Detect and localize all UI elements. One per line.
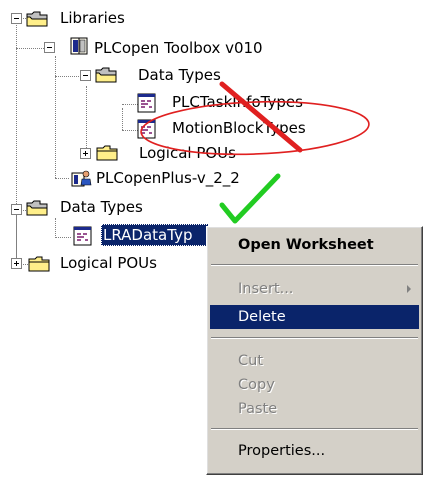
context-menu: Open Worksheet Insert... Delete Cut Copy… [206,226,423,475]
tree-line [55,76,81,77]
folder-icon [28,256,50,272]
menu-item-paste[interactable]: Paste [210,397,419,421]
tree-line [16,48,46,49]
menu-separator [211,428,418,430]
collapse-toggle-toolbox-datatypes[interactable] [80,70,91,81]
menu-item-insert[interactable]: Insert... [210,277,419,301]
collapse-toggle-libraries[interactable] [11,13,22,24]
tree-line [55,56,56,178]
tree-item-logicalpous[interactable]: Logical POUs [58,253,159,273]
tree-item-toolbox-datatypes[interactable]: Data Types [136,65,223,85]
library-book-icon [70,37,88,55]
folder-icon [96,145,118,161]
datatype-worksheet-icon [137,119,156,139]
expand-toggle-toolbox-logicalpous[interactable] [80,148,91,159]
menu-item-cut[interactable]: Cut [210,349,419,373]
folder-icon [95,67,117,83]
menu-separator [211,264,418,266]
tree-item-datatypes[interactable]: Data Types [58,197,145,217]
tree-line [55,237,71,238]
menu-separator [211,337,418,339]
expand-toggle-logicalpous[interactable] [11,258,22,269]
tree-item-lradatatype[interactable]: LRADataTyp [101,224,209,246]
tree-line [55,178,69,179]
submenu-arrow-icon [407,285,411,293]
menu-item-open-worksheet[interactable]: Open Worksheet [210,233,419,257]
datatype-worksheet-icon [137,93,156,113]
library-user-icon [71,170,92,187]
folder-icon [26,11,48,27]
menu-item-copy[interactable]: Copy [210,373,419,397]
tree-line [86,86,87,154]
tree-line [122,108,123,130]
tree-item-libraries[interactable]: Libraries [58,8,127,28]
collapse-toggle-toolbox[interactable] [44,42,55,53]
menu-item-insert-label: Insert... [238,281,294,297]
tree-item-motionblocktypes[interactable]: MotionBlockTypes [170,118,308,138]
tree-line [16,210,17,265]
datatype-worksheet-icon [73,226,92,246]
menu-item-delete[interactable]: Delete [210,305,419,329]
menu-item-properties[interactable]: Properties... [210,439,419,463]
tree-line [55,218,56,236]
folder-icon [26,200,48,216]
collapse-toggle-datatypes[interactable] [11,204,22,215]
tree-item-toolbox-logicalpous[interactable]: Logical POUs [137,143,238,163]
tree-item-toolbox[interactable]: PLCopen Toolbox v010 [92,38,265,58]
tree-item-plctaskinfotypes[interactable]: PLCTaskInfoTypes [170,92,305,112]
tree-item-plcopenplus[interactable]: PLCopenPlus-v_2_2 [94,168,242,188]
